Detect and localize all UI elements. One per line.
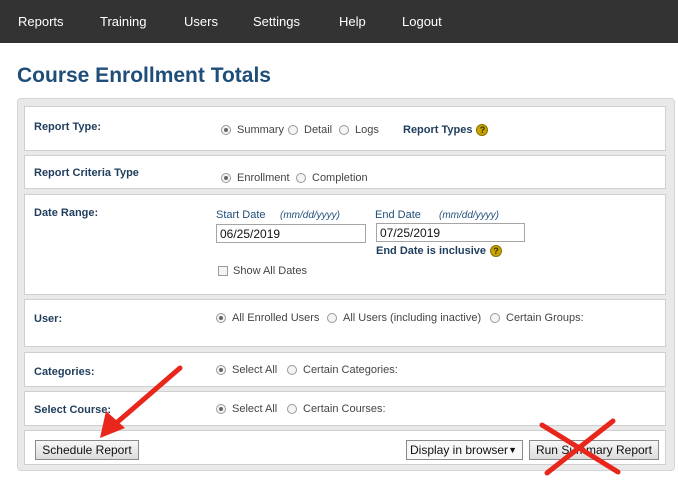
report-type-option-summary[interactable]: Summary: [221, 124, 284, 136]
end-date-label: End Date: [375, 209, 421, 221]
schedule-report-button[interactable]: Schedule Report: [35, 440, 139, 460]
actions-bar: Schedule Report Display in browser ▼ Run…: [24, 430, 666, 465]
user-option-all-enrolled[interactable]: All Enrolled Users: [216, 312, 319, 324]
date-range-section: Date Range: Start Date (mm/dd/yyyy) End …: [24, 194, 666, 295]
radio-enrollment[interactable]: [221, 173, 231, 183]
nav-item-settings[interactable]: Settings: [253, 14, 300, 29]
report-type-option-detail[interactable]: Detail: [288, 124, 332, 136]
select-course-section: Select Course: Select All Certain Course…: [24, 391, 666, 426]
run-summary-report-button[interactable]: Run Summary Report: [529, 440, 659, 460]
end-date-inclusive-note: End Date is inclusive ?: [376, 245, 503, 257]
radio-detail[interactable]: [288, 125, 298, 135]
criteria-option-enrollment[interactable]: Enrollment: [221, 172, 290, 184]
course-option-certain[interactable]: Certain Courses:: [287, 403, 386, 415]
chevron-down-icon: ▼: [508, 445, 517, 455]
user-label: User:: [34, 313, 63, 325]
select-course-label: Select Course:: [34, 404, 112, 416]
radio-certain-courses[interactable]: [287, 404, 297, 414]
report-type-section: Report Type: Summary Detail Logs Report …: [24, 106, 666, 151]
categories-option-select-all[interactable]: Select All: [216, 364, 277, 376]
start-date-format-hint: (mm/dd/yyyy): [280, 210, 340, 221]
nav-item-help[interactable]: Help: [339, 14, 366, 29]
report-types-help[interactable]: Report Types ?: [403, 124, 489, 136]
show-all-dates-option[interactable]: Show All Dates: [218, 265, 307, 277]
top-nav-bar: Reports Training Users Settings Help Log…: [0, 0, 678, 43]
nav-item-logout[interactable]: Logout: [402, 14, 442, 29]
radio-all-users[interactable]: [327, 313, 337, 323]
user-section: User: All Enrolled Users All Users (incl…: [24, 299, 666, 347]
radio-courses-select-all[interactable]: [216, 404, 226, 414]
radio-completion[interactable]: [296, 173, 306, 183]
categories-label: Categories:: [34, 366, 95, 378]
report-type-label: Report Type:: [34, 121, 102, 133]
nav-item-training[interactable]: Training: [100, 14, 146, 29]
start-date-label: Start Date: [216, 209, 266, 221]
report-types-link[interactable]: Report Types: [403, 124, 472, 136]
nav-item-users[interactable]: Users: [184, 14, 218, 29]
start-date-input[interactable]: [216, 224, 366, 243]
course-option-select-all[interactable]: Select All: [216, 403, 277, 415]
categories-section: Categories: Select All Certain Categorie…: [24, 352, 666, 387]
radio-all-enrolled-users[interactable]: [216, 313, 226, 323]
radio-certain-groups[interactable]: [490, 313, 500, 323]
show-all-dates-checkbox[interactable]: [218, 266, 228, 276]
end-date-input[interactable]: [376, 223, 525, 242]
radio-summary[interactable]: [221, 125, 231, 135]
radio-categories-select-all[interactable]: [216, 365, 226, 375]
criteria-type-section: Report Criteria Type Enrollment Completi…: [24, 155, 666, 189]
page-title: Course Enrollment Totals: [17, 64, 271, 87]
user-option-certain-groups[interactable]: Certain Groups:: [490, 312, 584, 324]
display-mode-select[interactable]: Display in browser ▼: [406, 440, 523, 460]
categories-option-certain[interactable]: Certain Categories:: [287, 364, 398, 376]
user-option-all-users[interactable]: All Users (including inactive): [327, 312, 481, 324]
end-date-format-hint: (mm/dd/yyyy): [439, 210, 499, 221]
help-icon[interactable]: ?: [490, 245, 503, 257]
criteria-type-label: Report Criteria Type: [34, 167, 139, 179]
radio-certain-categories[interactable]: [287, 365, 297, 375]
criteria-option-completion[interactable]: Completion: [296, 172, 368, 184]
radio-logs[interactable]: [339, 125, 349, 135]
date-range-label: Date Range:: [34, 207, 99, 219]
report-type-option-logs[interactable]: Logs: [339, 124, 379, 136]
help-icon[interactable]: ?: [476, 124, 489, 136]
nav-item-reports[interactable]: Reports: [18, 14, 64, 29]
